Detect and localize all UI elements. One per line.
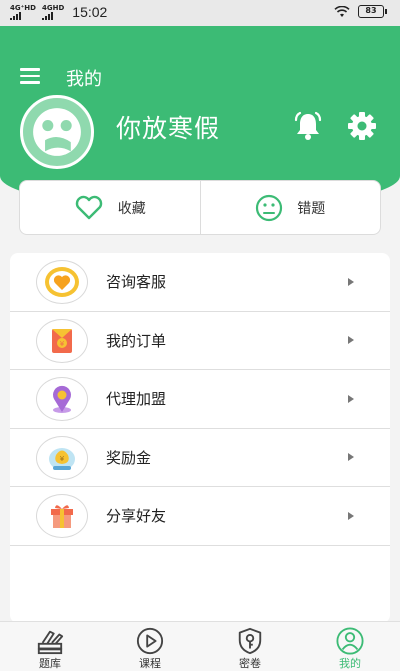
menu-item-customer-service[interactable]: 咨询客服 bbox=[10, 253, 390, 312]
signal-2-label: 4GHD bbox=[41, 3, 65, 12]
bell-icon[interactable] bbox=[292, 110, 324, 142]
menu-item-label: 分享好友 bbox=[106, 507, 167, 526]
quick-actions-card: 收藏 错题 bbox=[19, 180, 381, 235]
signal-2-icon bbox=[41, 11, 53, 20]
location-pin-icon bbox=[36, 377, 88, 421]
red-envelope-icon: ¥ bbox=[36, 318, 88, 363]
menu-item-label: 代理加盟 bbox=[106, 390, 167, 409]
play-circle-icon bbox=[136, 627, 164, 655]
chevron-right-icon bbox=[348, 336, 354, 345]
settings-gear-icon[interactable] bbox=[346, 110, 378, 142]
clock: 15:02 bbox=[72, 4, 108, 20]
favorites-label: 收藏 bbox=[117, 200, 146, 217]
tab-label: 密卷 bbox=[239, 657, 261, 670]
bottom-tab-bar: 题库 课程 密卷 我的 bbox=[0, 621, 400, 671]
signal-area: 4G⁺HD 4GHD 15:02 bbox=[10, 4, 107, 20]
heart-outline-icon bbox=[75, 195, 102, 219]
svg-text:¥: ¥ bbox=[60, 340, 65, 348]
menu-item-share-friends[interactable]: 分享好友 bbox=[10, 487, 390, 546]
key-shield-icon bbox=[238, 627, 262, 655]
chevron-right-icon bbox=[348, 394, 354, 403]
signal-1-icon bbox=[10, 11, 21, 20]
menu-icon[interactable] bbox=[20, 68, 42, 84]
username: 你放寒假 bbox=[116, 114, 221, 143]
default-avatar-icon bbox=[33, 108, 81, 156]
user-circle-icon bbox=[336, 627, 364, 655]
svg-text:¥: ¥ bbox=[60, 455, 65, 463]
wrong-questions-button[interactable]: 错题 bbox=[201, 181, 381, 234]
tab-mine[interactable]: 我的 bbox=[300, 622, 400, 671]
avatar[interactable] bbox=[20, 95, 94, 169]
tab-courses[interactable]: 课程 bbox=[100, 622, 200, 671]
menu-list: 咨询客服 ¥ 我的订单 代理加盟 ¥ 奖励金 分享好友 bbox=[10, 253, 390, 623]
chevron-right-icon bbox=[348, 277, 354, 286]
wrong-questions-label: 错题 bbox=[297, 200, 326, 217]
menu-item-label: 咨询客服 bbox=[106, 273, 167, 292]
menu-item-my-orders[interactable]: ¥ 我的订单 bbox=[10, 312, 390, 370]
tab-label: 课程 bbox=[139, 657, 161, 670]
tab-secret-papers[interactable]: 密卷 bbox=[200, 622, 300, 671]
battery-icon: 83 bbox=[358, 5, 387, 18]
page-title: 我的 bbox=[66, 69, 102, 90]
menu-item-label: 我的订单 bbox=[106, 331, 167, 350]
signal-1-label: 4G⁺HD bbox=[10, 3, 36, 12]
books-icon bbox=[37, 630, 64, 655]
wifi-icon bbox=[334, 5, 350, 17]
sad-face-icon bbox=[256, 194, 283, 221]
tab-label: 题库 bbox=[39, 657, 61, 670]
menu-item-reward-money[interactable]: ¥ 奖励金 bbox=[10, 429, 390, 487]
menu-item-label: 奖励金 bbox=[106, 448, 152, 467]
chevron-right-icon bbox=[348, 453, 354, 462]
status-bar: 4G⁺HD 4GHD 15:02 83 bbox=[0, 0, 400, 26]
chevron-right-icon bbox=[348, 511, 354, 520]
favorites-button[interactable]: 收藏 bbox=[20, 181, 200, 234]
menu-item-agency-franchise[interactable]: 代理加盟 bbox=[10, 370, 390, 429]
tab-question-bank[interactable]: 题库 bbox=[0, 622, 100, 671]
gift-box-icon bbox=[36, 494, 88, 538]
heart-badge-icon bbox=[36, 260, 88, 304]
tab-label: 我的 bbox=[339, 657, 361, 670]
money-bag-icon: ¥ bbox=[36, 435, 88, 480]
